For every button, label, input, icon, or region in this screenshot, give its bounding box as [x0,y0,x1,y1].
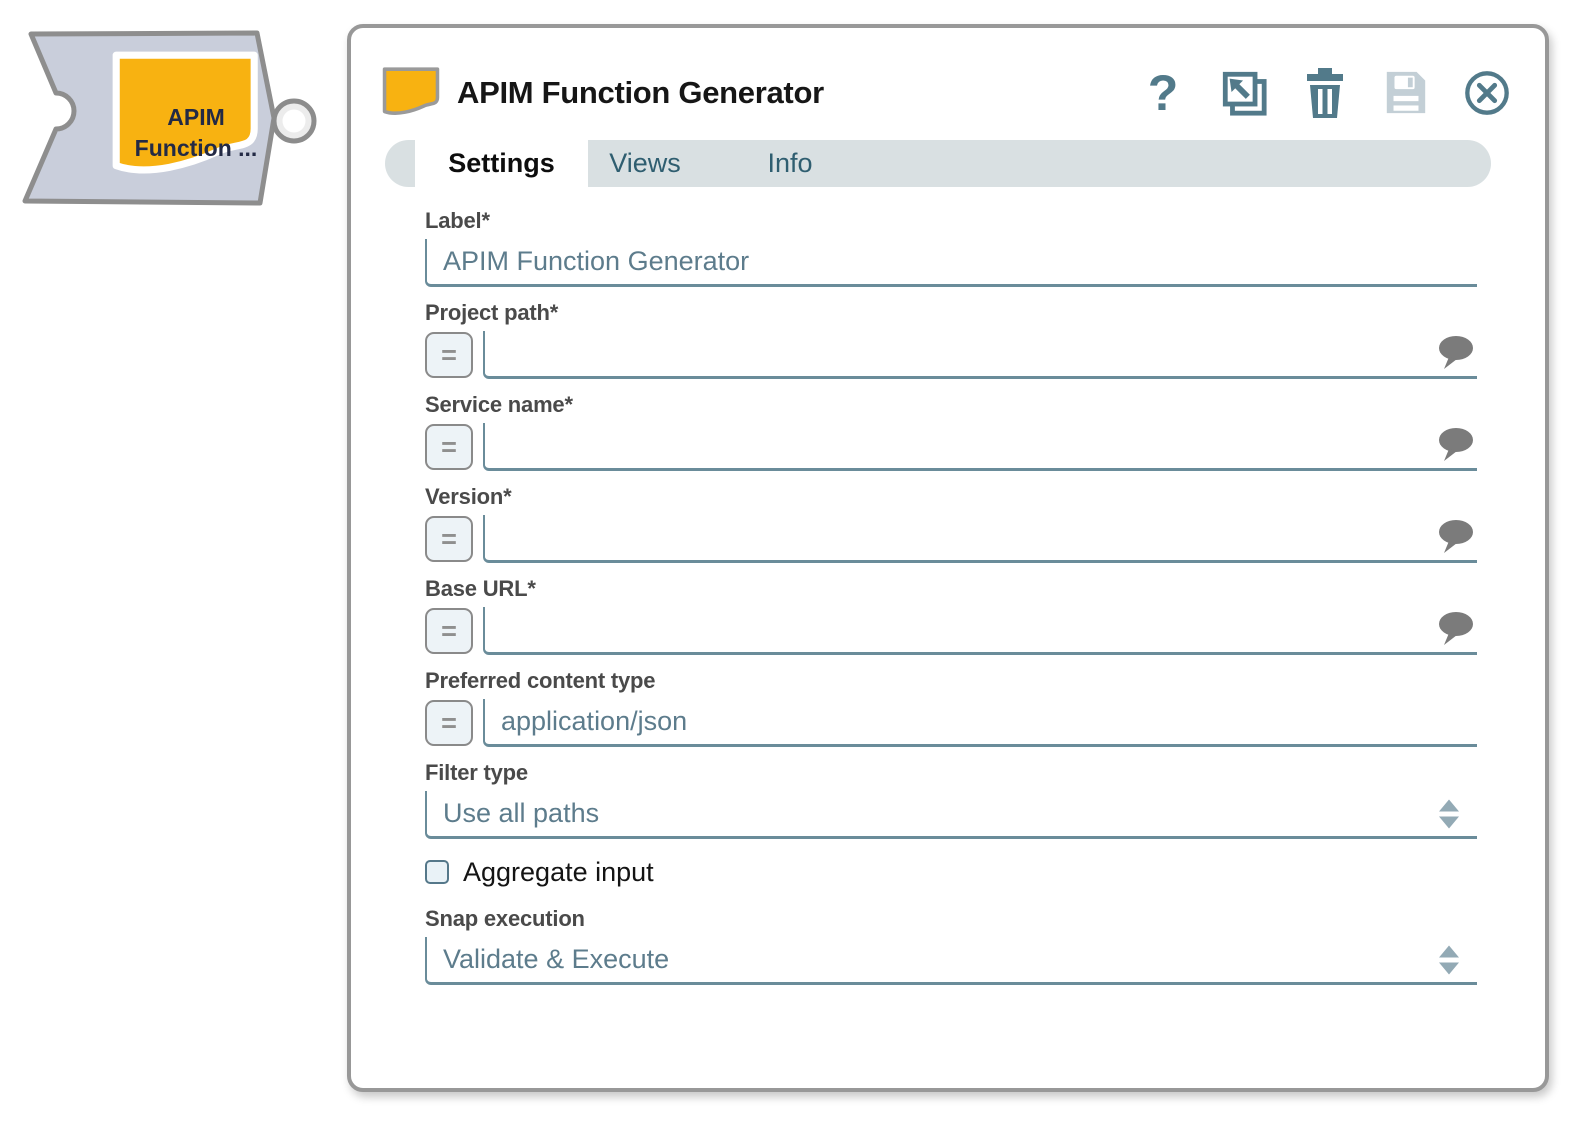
help-icon: ? [1148,68,1179,118]
pipeline-canvas: APIM Function ... APIM Function Generato… [0,0,1594,1130]
comment-bubble-icon[interactable] [1437,427,1475,468]
content-type-input[interactable]: application/json [483,699,1477,747]
field-version: Version* = [425,484,1477,563]
tab-info[interactable]: Info [730,140,850,187]
service-name-input[interactable] [483,423,1477,471]
filter-type-select[interactable]: Use all paths [425,791,1477,839]
comment-bubble-icon[interactable] [1437,335,1475,376]
snap-doc-icon-small [381,65,441,121]
equals-icon: = [441,618,457,645]
trash-icon [1303,66,1347,120]
field-service-name: Service name* = [425,392,1477,471]
snap-execution-select[interactable]: Validate & Execute [425,937,1477,985]
field-base-url: Base URL* = [425,576,1477,655]
equals-icon: = [441,526,457,553]
tab-views[interactable]: Views [588,140,702,187]
snap-node-apim-function-generator[interactable]: APIM Function ... [12,20,332,220]
comment-bubble-icon[interactable] [1437,611,1475,652]
tab-bar: Settings Views Info [385,140,1491,187]
select-spinner-icon [1439,945,1459,974]
expression-toggle[interactable]: = [425,700,473,746]
save-icon [1382,68,1430,118]
field-project-path: Project path* = [425,300,1477,379]
field-filter-type: Filter type Use all paths [425,760,1477,839]
label-input[interactable]: APIM Function Generator [425,239,1477,287]
field-label: Label* APIM Function Generator [425,208,1477,287]
aggregate-input-label: Aggregate input [463,857,654,888]
dialog-header: APIM Function Generator ? [351,28,1545,140]
dialog-title: APIM Function Generator [457,75,824,111]
header-actions: ? [1139,67,1511,119]
equals-icon: = [441,342,457,369]
expression-toggle[interactable]: = [425,516,473,562]
help-button[interactable]: ? [1139,67,1187,119]
open-in-new-icon [1220,68,1268,118]
base-url-input[interactable] [483,607,1477,655]
field-aggregate-input: Aggregate input [425,852,1477,892]
open-in-new-button[interactable] [1220,67,1268,119]
comment-bubble-icon[interactable] [1437,519,1475,560]
equals-icon: = [441,434,457,461]
aggregate-input-checkbox[interactable] [425,860,449,884]
close-icon [1463,68,1511,118]
expression-toggle[interactable]: = [425,332,473,378]
expression-toggle[interactable]: = [425,608,473,654]
expression-toggle[interactable]: = [425,424,473,470]
version-input[interactable] [483,515,1477,563]
settings-form: Label* APIM Function Generator Project p… [351,187,1545,985]
field-label-caption: Label* [425,208,1477,234]
snap-settings-dialog: APIM Function Generator ? [347,24,1549,1092]
close-button[interactable] [1463,67,1511,119]
project-path-input[interactable] [483,331,1477,379]
select-spinner-icon [1439,799,1459,828]
snap-node-label: APIM Function ... [110,102,282,164]
field-snap-execution: Snap execution Validate & Execute [425,906,1477,985]
save-button[interactable] [1382,67,1430,119]
tab-settings[interactable]: Settings [415,140,588,187]
equals-icon: = [441,710,457,737]
delete-button[interactable] [1301,67,1349,119]
field-content-type: Preferred content type = application/jso… [425,668,1477,747]
